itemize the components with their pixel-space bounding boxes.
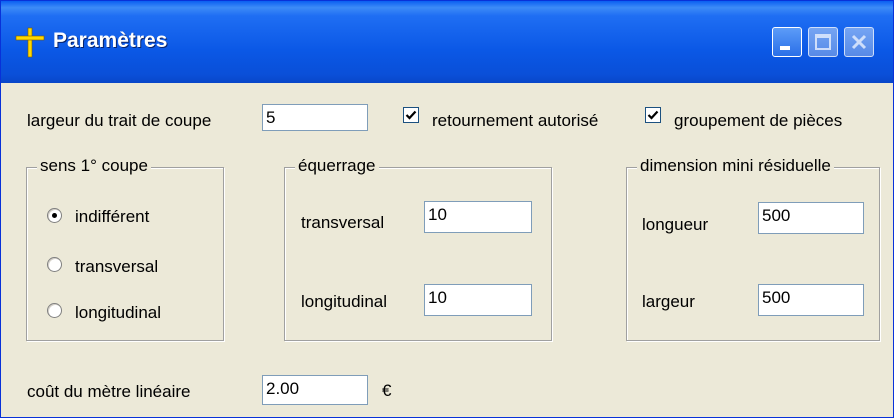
minimize-icon: [780, 46, 790, 50]
radio-transversal[interactable]: [47, 257, 62, 272]
window-title: Paramètres: [53, 29, 168, 52]
first-cut-legend: sens 1° coupe: [37, 156, 151, 176]
radio-indifferent-label[interactable]: indifférent: [75, 207, 149, 227]
squaring-longitudinal-label: longitudinal: [301, 292, 388, 311]
squaring-transversal-input[interactable]: 10: [424, 201, 532, 233]
grouping-checkbox[interactable]: [645, 107, 661, 123]
radio-indifferent[interactable]: [47, 208, 62, 223]
close-button[interactable]: [844, 27, 874, 57]
residual-width-label: largeur: [642, 292, 695, 311]
close-icon: [851, 34, 867, 50]
minimize-button[interactable]: [772, 27, 802, 57]
title-bar[interactable]: Paramètres: [1, 1, 893, 83]
currency-label: €: [382, 381, 392, 400]
rotation-allowed-label[interactable]: retournement autorisé: [432, 111, 598, 131]
linear-meter-cost-label: coût du mètre linéaire: [27, 382, 191, 401]
parameters-window: Paramètres largeur du trait de coupe 5 r…: [0, 0, 894, 418]
grouping-label[interactable]: groupement de pièces: [674, 111, 842, 131]
squaring-transversal-label: transversal: [301, 213, 385, 232]
squaring-longitudinal-input[interactable]: 10: [424, 284, 532, 316]
radio-longitudinal[interactable]: [47, 303, 62, 318]
residual-width-input[interactable]: 500: [758, 284, 864, 316]
saw-cross-icon: [15, 27, 45, 58]
kerf-width-label: largeur du trait de coupe: [27, 111, 212, 130]
residual-dimension-legend: dimension mini résiduelle: [637, 156, 834, 176]
checkmark-icon: [405, 110, 417, 120]
maximize-button[interactable]: [808, 27, 838, 57]
residual-length-label: longueur: [642, 215, 709, 234]
radio-transversal-label[interactable]: transversal: [75, 257, 158, 277]
radio-selected-dot: [52, 213, 57, 218]
kerf-width-input[interactable]: 5: [262, 104, 368, 131]
rotation-allowed-checkbox[interactable]: [403, 107, 419, 123]
residual-length-input[interactable]: 500: [758, 202, 864, 234]
squaring-legend: équerrage: [295, 156, 379, 176]
linear-meter-cost-input[interactable]: 2.00: [262, 375, 368, 405]
maximize-icon: [815, 34, 831, 50]
radio-longitudinal-label[interactable]: longitudinal: [75, 303, 161, 323]
checkmark-icon: [647, 110, 659, 120]
